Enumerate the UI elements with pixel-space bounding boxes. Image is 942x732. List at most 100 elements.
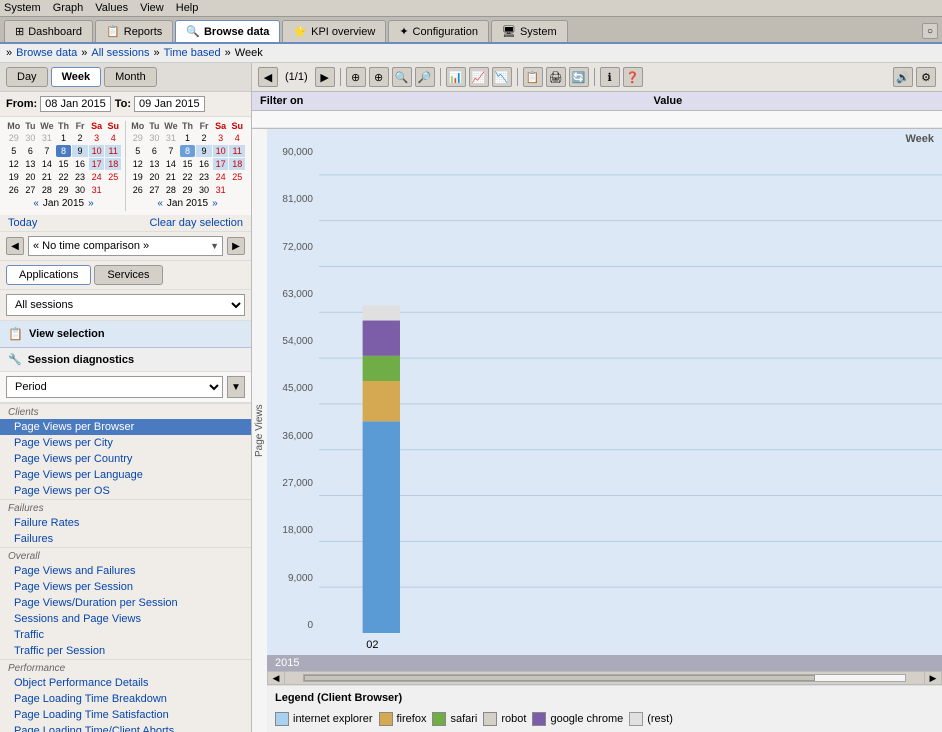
cal-from-d8[interactable]: 5 (6, 145, 22, 157)
cal-to-d16[interactable]: 13 (147, 158, 163, 170)
cal-to-d21[interactable]: 18 (229, 158, 245, 170)
cal-to-d18[interactable]: 15 (180, 158, 196, 170)
tab-kpi[interactable]: ⭐ KPI overview (282, 20, 386, 42)
list-item-page-loading-satisfaction[interactable]: Page Loading Time Satisfaction (0, 707, 251, 723)
cal-to-d15[interactable]: 12 (130, 158, 146, 170)
list-item-sessions-page-views[interactable]: Sessions and Page Views (0, 611, 251, 627)
cal-to-d32[interactable]: 29 (180, 184, 196, 196)
cal-from-d23[interactable]: 20 (23, 171, 39, 183)
cal-from-d29[interactable]: 26 (6, 184, 22, 196)
breadcrumb-all-sessions[interactable]: All sessions (91, 47, 149, 59)
cal-from-d16[interactable]: 13 (23, 158, 39, 170)
tab-config[interactable]: ✦ Configuration (388, 20, 489, 42)
cal-from-d9[interactable]: 6 (23, 145, 39, 157)
tc-next-btn[interactable]: ▶ (227, 237, 245, 255)
cal-from-next[interactable]: » (88, 198, 94, 209)
cal-from-d3[interactable]: 31 (39, 132, 55, 144)
from-value[interactable]: 08 Jan 2015 (40, 96, 111, 112)
cal-to-d11[interactable]: 8 (180, 145, 196, 157)
cal-to-d31[interactable]: 28 (163, 184, 179, 196)
tab-applications[interactable]: Applications (6, 265, 91, 285)
cal-from-d25[interactable]: 22 (56, 171, 72, 183)
cal-to-d22[interactable]: 19 (130, 171, 146, 183)
cal-to-d26[interactable]: 23 (196, 171, 212, 183)
cal-to-next[interactable]: » (212, 198, 218, 209)
cal-to-d33[interactable]: 30 (196, 184, 212, 196)
cal-from-d15[interactable]: 12 (6, 158, 22, 170)
tb-help-btn[interactable]: ❓ (623, 67, 643, 87)
cal-from-d32[interactable]: 29 (56, 184, 72, 196)
cal-to-d10[interactable]: 7 (163, 145, 179, 157)
cal-to-d24[interactable]: 21 (163, 171, 179, 183)
cal-from-d20[interactable]: 17 (89, 158, 105, 170)
tab-reports[interactable]: 📋 Reports (95, 20, 173, 42)
cal-from-d12[interactable]: 9 (72, 145, 88, 157)
tb-chart3-btn[interactable]: 📉 (492, 67, 512, 87)
list-item-failure-rates[interactable]: Failure Rates (0, 515, 251, 531)
cal-from-d27[interactable]: 24 (89, 171, 105, 183)
menu-graph[interactable]: Graph (53, 2, 84, 14)
cal-from-d26[interactable]: 23 (72, 171, 88, 183)
list-item-failures[interactable]: Failures (0, 531, 251, 547)
tc-prev-btn[interactable]: ◀ (6, 237, 24, 255)
menu-values[interactable]: Values (95, 2, 128, 14)
cal-to-d3[interactable]: 31 (163, 132, 179, 144)
cal-to-d23[interactable]: 20 (147, 171, 163, 183)
tab-services[interactable]: Services (94, 265, 162, 285)
cal-from-d5[interactable]: 2 (72, 132, 88, 144)
tb-info-btn[interactable]: ℹ (600, 67, 620, 87)
cal-to-d27[interactable]: 24 (213, 171, 229, 183)
cal-from-d22[interactable]: 19 (6, 171, 22, 183)
list-item-page-views-browser[interactable]: Page Views per Browser (0, 419, 251, 435)
view-selection-bar[interactable]: 📋 View selection (0, 321, 251, 348)
list-item-page-views-os[interactable]: Page Views per OS (0, 483, 251, 499)
cal-to-d5[interactable]: 2 (196, 132, 212, 144)
list-item-traffic-session[interactable]: Traffic per Session (0, 643, 251, 659)
tab-dashboard[interactable]: ⊞ Dashboard (4, 20, 93, 42)
tab-browse-data[interactable]: 🔍 Browse data (175, 20, 280, 42)
cal-from-d13[interactable]: 10 (89, 145, 105, 157)
list-item-traffic[interactable]: Traffic (0, 627, 251, 643)
tb-search-btn[interactable]: ⊕ (369, 67, 389, 87)
cal-from-d21[interactable]: 18 (105, 158, 121, 170)
today-link[interactable]: Today (8, 217, 37, 229)
cal-from-d19[interactable]: 16 (72, 158, 88, 170)
cal-to-prev[interactable]: « (157, 198, 163, 209)
list-item-page-views-country[interactable]: Page Views per Country (0, 451, 251, 467)
cal-to-d28[interactable]: 25 (229, 171, 245, 183)
cal-from-d33[interactable]: 30 (72, 184, 88, 196)
cal-to-d13[interactable]: 10 (213, 145, 229, 157)
cal-from-d34[interactable]: 31 (89, 184, 105, 196)
cal-to-d7[interactable]: 4 (229, 132, 245, 144)
menu-view[interactable]: View (140, 2, 164, 14)
list-item-page-views-duration[interactable]: Page Views/Duration per Session (0, 595, 251, 611)
tb-zoom-out-btn[interactable]: 🔎 (415, 67, 435, 87)
cal-from-d30[interactable]: 27 (23, 184, 39, 196)
scroll-right[interactable]: ▶ (924, 671, 942, 685)
cal-from-prev[interactable]: « (33, 198, 39, 209)
to-value[interactable]: 09 Jan 2015 (134, 96, 205, 112)
cal-from-d24[interactable]: 21 (39, 171, 55, 183)
tab-day[interactable]: Day (6, 67, 48, 87)
tb-filter-btn[interactable]: ⊕ (346, 67, 366, 87)
breadcrumb-browse[interactable]: Browse data (16, 47, 77, 59)
cal-from-d18[interactable]: 15 (56, 158, 72, 170)
cal-from-d6[interactable]: 3 (89, 132, 105, 144)
cal-to-d2[interactable]: 30 (147, 132, 163, 144)
period-scroll-btn[interactable]: ▼ (227, 376, 245, 398)
cal-to-d19[interactable]: 16 (196, 158, 212, 170)
cal-to-d30[interactable]: 27 (147, 184, 163, 196)
tb-chart1-btn[interactable]: 📊 (446, 67, 466, 87)
breadcrumb-time-based[interactable]: Time based (164, 47, 221, 59)
cal-to-d4[interactable]: 1 (180, 132, 196, 144)
list-item-page-loading-breakdown[interactable]: Page Loading Time Breakdown (0, 691, 251, 707)
list-item-page-views-city[interactable]: Page Views per City (0, 435, 251, 451)
maximize-btn[interactable]: ○ (922, 23, 938, 39)
cal-to-d9[interactable]: 6 (147, 145, 163, 157)
cal-from-d11[interactable]: 8 (56, 145, 72, 157)
cal-to-d29[interactable]: 26 (130, 184, 146, 196)
scroll-left[interactable]: ◀ (267, 671, 285, 685)
cal-to-d6[interactable]: 3 (213, 132, 229, 144)
cal-to-d1[interactable]: 29 (130, 132, 146, 144)
scrollbar-track[interactable] (303, 674, 906, 682)
